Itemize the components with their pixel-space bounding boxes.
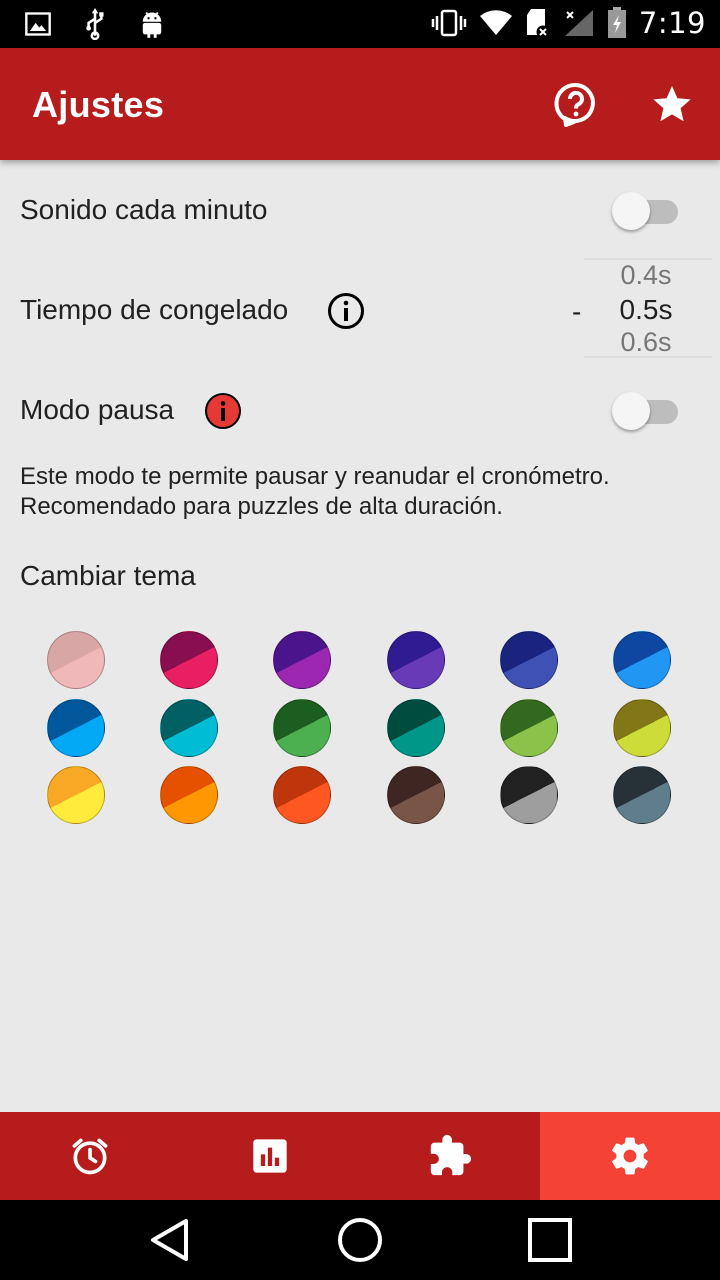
freeze-time-picker[interactable]: 0.4s 0.5s 0.6s [584,258,712,360]
theme-swatch[interactable] [47,699,105,757]
nav-settings[interactable] [540,1112,720,1200]
home-button[interactable] [336,1216,384,1264]
theme-swatch[interactable] [613,766,671,824]
back-icon [151,1219,188,1261]
android-icon [142,11,162,38]
alarm-clock-icon [72,1138,108,1175]
star-icon [653,86,691,122]
theme-swatch[interactable] [47,631,105,689]
sound-toggle[interactable] [612,190,682,230]
freeze-label: Tiempo de congelado [20,294,289,325]
page-title: Ajustes [32,84,165,125]
recents-button[interactable] [526,1216,574,1264]
nav-puzzles[interactable] [360,1112,540,1200]
theme-swatch[interactable] [613,631,671,689]
help-button[interactable] [552,80,600,128]
sd-card-icon [526,9,550,39]
app-bar: Ajustes [0,48,720,160]
theme-swatch[interactable] [500,699,558,757]
sound-toggle-thumb [612,192,650,230]
picker-value-next[interactable]: 0.6s [584,327,708,355]
pause-toggle[interactable] [612,390,682,430]
battery-icon [607,7,626,38]
status-bar: 7:19 [0,0,720,48]
theme-swatch[interactable] [160,631,218,689]
pause-description: Este modo te permite pausar y reanudar e… [20,463,610,520]
home-icon [338,1218,382,1262]
theme-swatch[interactable] [160,766,218,824]
theme-swatch[interactable] [273,766,331,824]
signal-icon [564,10,593,36]
theme-swatch[interactable] [387,766,445,824]
pause-toggle-thumb [612,392,650,430]
usb-icon [86,8,104,40]
theme-swatch[interactable] [273,699,331,757]
picker-value-prev[interactable]: 0.4s [584,260,708,291]
puzzle-icon [430,1134,472,1176]
theme-swatch[interactable] [273,631,331,689]
freeze-dash: - [572,296,582,327]
picker-value-selected[interactable]: 0.5s [584,294,708,326]
wifi-icon [479,10,512,35]
pause-label: Modo pausa [20,394,175,425]
nav-stats[interactable] [180,1112,360,1200]
favorite-button[interactable] [648,80,696,128]
recents-icon [528,1218,572,1262]
theme-swatch[interactable] [500,766,558,824]
nav-timer[interactable] [0,1112,180,1200]
theme-label: Cambiar tema [20,560,196,591]
status-right-icons: 7:19 [431,6,706,40]
help-icon [554,82,595,127]
theme-swatch[interactable] [47,766,105,824]
theme-swatch[interactable] [387,699,445,757]
theme-swatch[interactable] [613,699,671,757]
system-navigation [0,1200,720,1280]
bottom-navigation [0,1112,720,1200]
image-icon [25,12,51,36]
theme-swatch[interactable] [160,699,218,757]
status-left-icons [24,8,166,40]
picker-divider-bottom [584,356,712,358]
status-time: 7:19 [638,6,706,40]
stats-icon [253,1139,287,1173]
gear-icon [612,1137,648,1175]
pause-info-icon[interactable] [204,392,242,430]
theme-swatch[interactable] [500,631,558,689]
vibrate-icon [431,9,467,37]
freeze-info-icon[interactable] [326,291,366,331]
sound-label: Sonido cada minuto [20,194,268,225]
theme-swatch[interactable] [387,631,445,689]
back-button[interactable] [146,1216,194,1264]
